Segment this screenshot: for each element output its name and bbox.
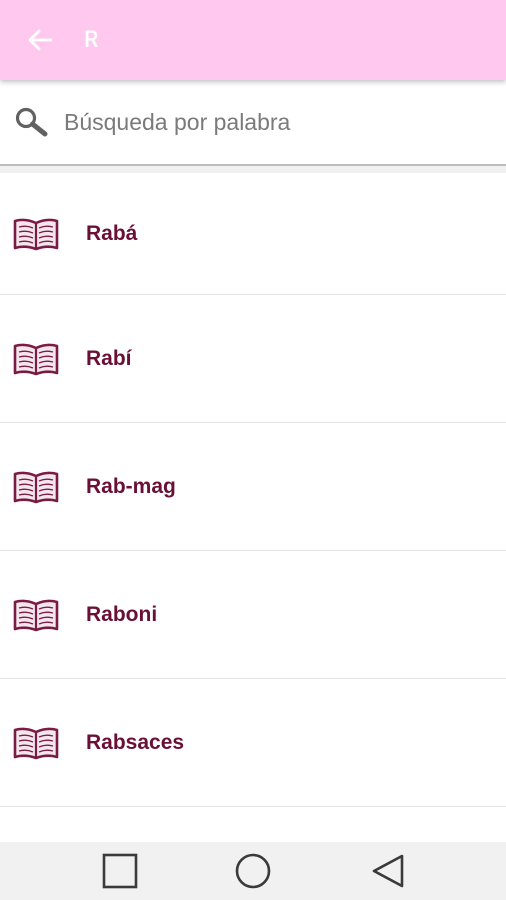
- list-item-label: Rab-mag: [86, 474, 176, 498]
- list-item-label: Rabsaces: [86, 730, 185, 754]
- list-item[interactable]: Raboni: [0, 551, 506, 679]
- search-bar: [0, 80, 506, 166]
- search-input[interactable]: [64, 104, 484, 140]
- list-item[interactable]: Rab-mag: [0, 423, 506, 551]
- list-item-label: Raboni: [86, 602, 158, 626]
- recents-square-icon: [102, 853, 138, 889]
- open-book-icon: [13, 726, 59, 760]
- open-book-icon: [13, 598, 59, 632]
- open-book-icon: [13, 217, 59, 251]
- page-title: R: [84, 26, 99, 53]
- open-book-icon: [13, 470, 59, 504]
- back-triangle-icon: [372, 854, 404, 888]
- list-item-label: Rabí: [86, 346, 132, 370]
- system-nav-bar: [0, 842, 506, 900]
- list-item[interactable]: Rabá: [0, 173, 506, 295]
- recents-button[interactable]: [100, 851, 140, 891]
- list-item-label: Rabá: [86, 221, 138, 245]
- list-item[interactable]: Rabsaces: [0, 679, 506, 807]
- word-list: Rabá Rabí Rab-mag Raboni Rabsaces: [0, 173, 506, 807]
- app-bar: R: [0, 0, 506, 80]
- arrow-left-icon: [28, 29, 53, 51]
- system-back-button[interactable]: [368, 851, 408, 891]
- search-icon: [15, 107, 48, 137]
- home-button[interactable]: [233, 851, 273, 891]
- list-top-divider: [0, 166, 506, 173]
- back-button[interactable]: [22, 24, 58, 56]
- list-item[interactable]: Rabí: [0, 295, 506, 423]
- open-book-icon: [13, 342, 59, 376]
- home-circle-icon: [235, 853, 271, 889]
